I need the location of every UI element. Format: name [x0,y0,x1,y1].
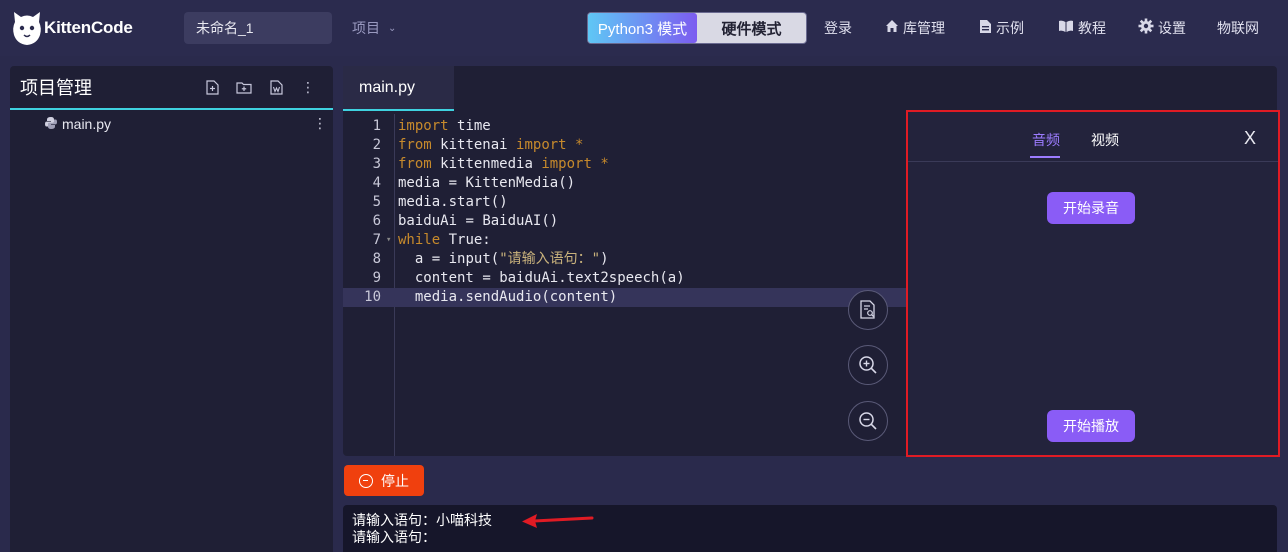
start-record-button[interactable]: 开始录音 [1047,192,1135,224]
nav-library-label: 库管理 [903,20,945,36]
project-panel-title: 项目管理 [20,78,92,98]
line-number: 2 [372,137,381,153]
line-number: 8 [372,251,381,267]
line-number: 3 [372,156,381,172]
file-name: main.py [62,116,112,132]
tab-video[interactable]: 视频 [1091,130,1119,150]
nav-login-label: 登录 [824,20,852,36]
project-panel: 项目管理 ⋮ main.py ⋮ [10,66,333,552]
zoom-in-icon [859,356,877,374]
code-line[interactable]: 10 media.sendAudio(content) [343,288,907,307]
start-play-button[interactable]: 开始播放 [1047,410,1135,442]
tab-audio[interactable]: 音频 [1030,130,1060,158]
code-text: from kittenmedia import * [398,156,609,172]
zoom-in-button[interactable] [848,345,888,385]
code-text: media.sendAudio(content) [414,289,618,305]
nav-settings-label: 设置 [1158,20,1186,36]
line-number: 6 [372,213,381,229]
file-item-main-py[interactable]: main.py ⋮ [10,112,333,136]
top-bar: KittenCode 未命名_1 项目 ⌄ Python3 模式 硬件模式 登录… [0,0,1288,56]
app-logo[interactable]: KittenCode [10,6,140,50]
code-text: from kittenai import * [398,137,584,153]
nav-iot-label: 物联网 [1217,20,1259,36]
zoom-out-button[interactable] [848,401,888,441]
project-panel-header: 项目管理 ⋮ [10,66,333,110]
stop-button[interactable]: 停止 [344,465,424,496]
tab-main-py[interactable]: main.py [343,66,454,111]
project-name-input[interactable]: 未命名_1 [184,12,332,44]
hardware-mode-button[interactable]: 硬件模式 [697,13,806,43]
code-line[interactable]: 4 media = KittenMedia() [343,174,907,193]
code-text: import time [398,118,491,134]
line-number: 10 [364,289,381,305]
nav-settings[interactable]: 设置 [1138,12,1186,44]
project-tools: ⋮ [203,78,317,96]
more-options-icon[interactable]: ⋮ [299,78,317,96]
console-line: 请输入语句： [352,530,436,546]
new-file-icon[interactable] [203,78,221,96]
code-line[interactable]: 9 content = baiduAi.text2speech(a) [343,269,907,288]
nav-library[interactable]: 库管理 [885,12,945,44]
search-document-icon [860,300,875,319]
file-options-icon[interactable]: ⋮ [313,115,327,132]
nav-tutorial[interactable]: 教程 [1058,12,1106,44]
chevron-down-icon: ⌄ [388,22,397,34]
fold-arrow-icon[interactable]: ▾ [386,231,391,250]
kitten-logo-icon [13,12,41,45]
code-editor[interactable]: 1 import time 2 from kittenai import * 3 from… [343,114,907,456]
mode-switch[interactable]: Python3 模式 硬件模式 [587,12,807,44]
python-file-icon [44,116,58,133]
zoom-out-icon [859,412,877,430]
document-icon [979,19,992,38]
line-number: 9 [372,270,381,286]
close-icon[interactable]: X [1244,128,1256,149]
import-file-icon[interactable] [267,78,285,96]
code-text: media = KittenMedia() [398,175,576,191]
code-text: content = baiduAi.text2speech(a) [414,270,685,286]
search-code-button[interactable] [848,290,888,330]
logo-text: KittenCode [44,18,133,37]
new-folder-icon[interactable] [235,78,253,96]
code-line[interactable]: 6 baiduAi = BaiduAI() [343,212,907,231]
home-icon [885,19,899,37]
code-line[interactable]: 5 media.start() [343,193,907,212]
nav-iot[interactable]: 物联网 [1217,12,1259,44]
line-number: 7 [372,232,381,248]
media-panel: 音频 视频 X 开始录音 开始播放 [906,110,1280,457]
stop-icon [359,473,373,488]
nav-examples-label: 示例 [996,20,1024,36]
annotation-arrow-icon [522,514,594,528]
code-text: a = input("请输入语句：") [414,251,609,267]
line-number: 5 [372,194,381,210]
nav-login[interactable]: 登录 [824,12,852,44]
project-menu[interactable]: 项目 ⌄ [352,12,396,44]
stop-label: 停止 [381,472,409,489]
nav-examples[interactable]: 示例 [979,12,1024,44]
code-line[interactable]: 1 import time [343,117,907,136]
code-line[interactable]: 8 a = input("请输入语句：") [343,250,907,269]
gear-icon [1138,18,1154,38]
line-number: 4 [372,175,381,191]
line-number: 1 [372,118,381,134]
console-output[interactable]: 请输入语句：小喵科技 请输入语句： [343,505,1277,552]
code-text: baiduAi = BaiduAI() [398,213,559,229]
python-mode-button[interactable]: Python3 模式 [588,13,697,43]
code-line[interactable]: 7 ▾ while True: [343,231,907,250]
code-text: media.start() [398,194,508,210]
code-line[interactable]: 2 from kittenai import * [343,136,907,155]
nav-tutorial-label: 教程 [1078,20,1106,36]
project-menu-label: 项目 [352,20,380,36]
console-line: 请输入语句：小喵科技 [352,513,492,529]
code-line[interactable]: 3 from kittenmedia import * [343,155,907,174]
media-tabs: 音频 视频 X [908,112,1278,162]
book-icon [1058,20,1074,37]
code-text: while True: [398,232,491,248]
